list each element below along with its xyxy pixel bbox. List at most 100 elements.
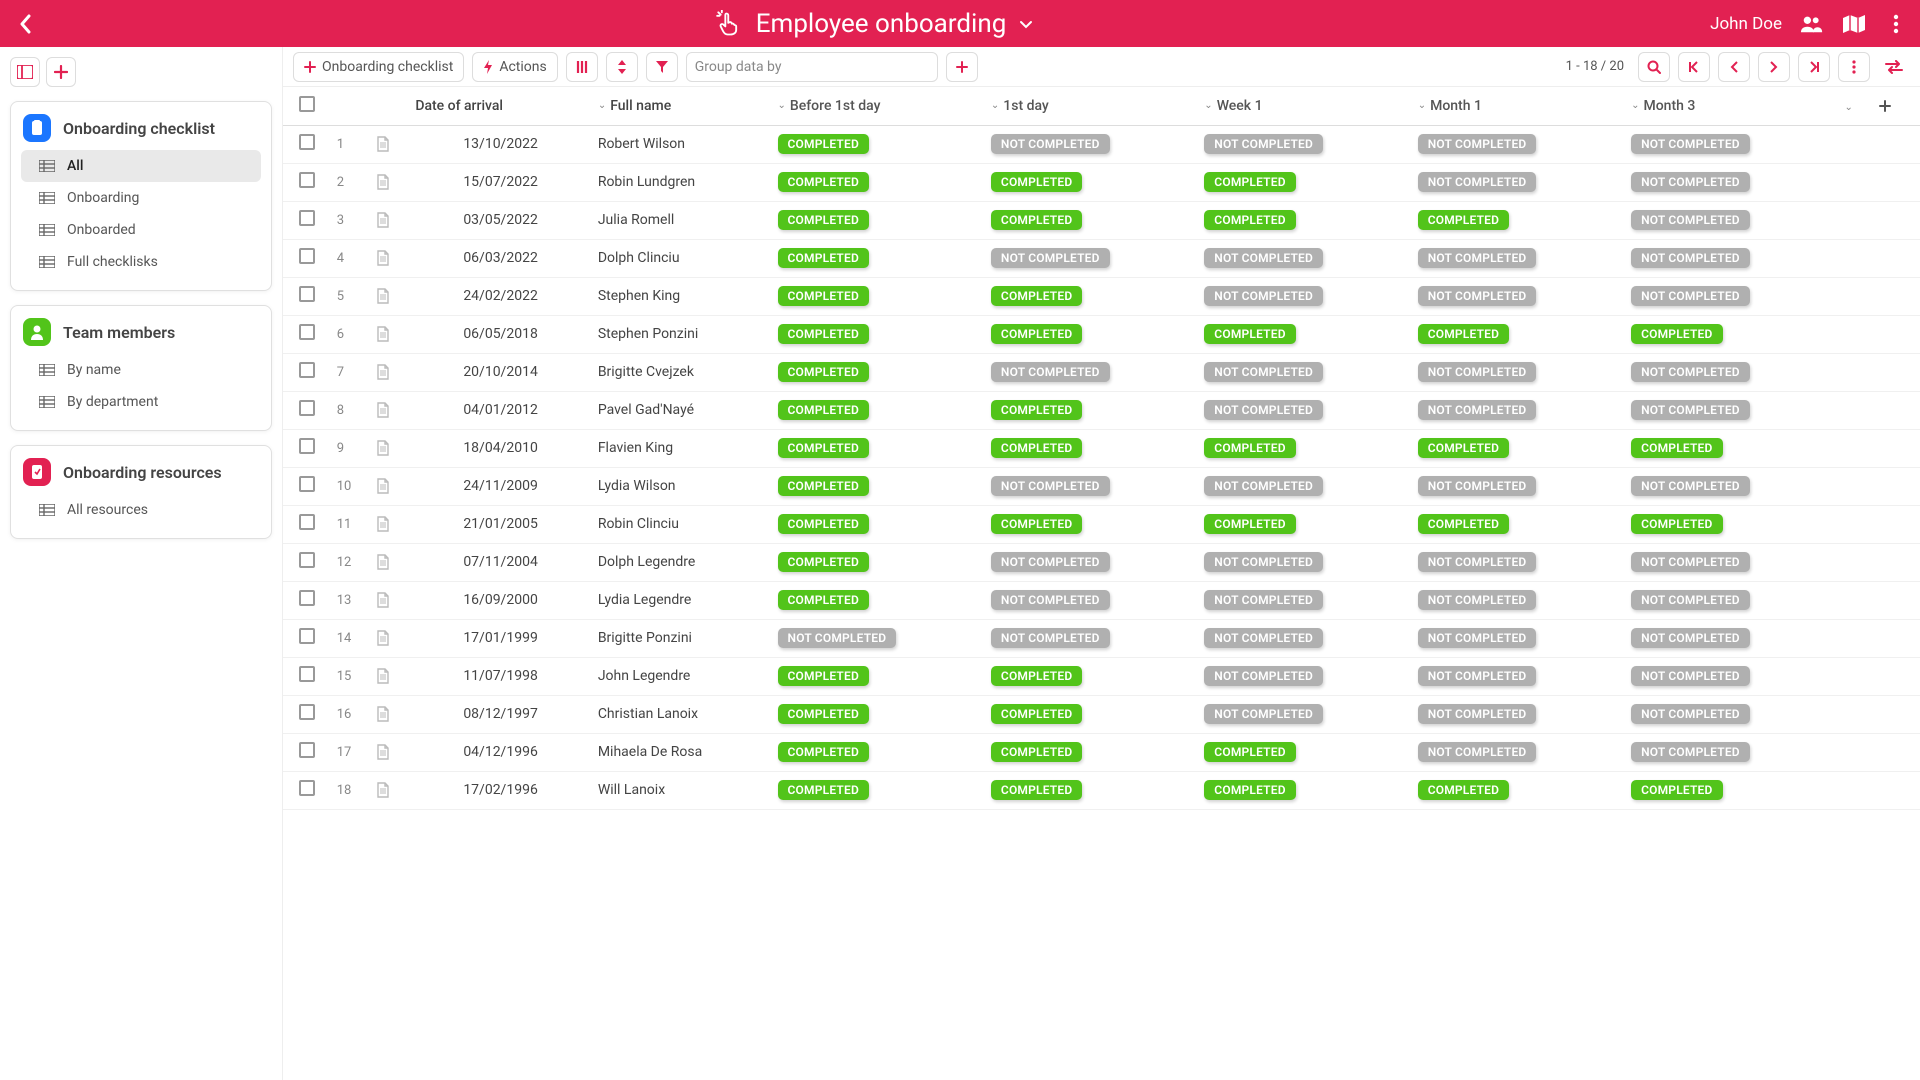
status-badge[interactable]: COMPLETED (778, 172, 869, 192)
status-badge[interactable]: NOT COMPLETED (1204, 476, 1323, 496)
row-doc-button[interactable] (370, 581, 409, 619)
status-badge[interactable]: COMPLETED (778, 134, 869, 154)
status-badge[interactable]: NOT COMPLETED (1631, 476, 1750, 496)
table-row[interactable]: 1417/01/1999Brigitte PonziniNOT COMPLETE… (283, 619, 1920, 657)
status-badge[interactable]: COMPLETED (1204, 438, 1295, 458)
row-checkbox[interactable] (299, 590, 315, 606)
status-badge[interactable]: COMPLETED (778, 742, 869, 762)
page-prev-button[interactable] (1718, 52, 1750, 82)
status-badge[interactable]: COMPLETED (778, 552, 869, 572)
back-button[interactable] (12, 10, 40, 38)
status-badge[interactable]: NOT COMPLETED (1204, 590, 1323, 610)
status-badge[interactable]: COMPLETED (778, 590, 869, 610)
page-next-button[interactable] (1758, 52, 1790, 82)
group-by-input[interactable] (789, 59, 929, 75)
table-row[interactable]: 1511/07/1998John LegendreCOMPLETEDCOMPLE… (283, 657, 1920, 695)
status-badge[interactable]: NOT COMPLETED (778, 628, 897, 648)
row-checkbox[interactable] (299, 286, 315, 302)
chevron-down-icon[interactable] (1018, 16, 1034, 32)
row-checkbox[interactable] (299, 628, 315, 644)
table-row[interactable]: 406/03/2022Dolph ClinciuCOMPLETEDNOT COM… (283, 239, 1920, 277)
status-badge[interactable]: COMPLETED (991, 780, 1082, 800)
status-badge[interactable]: COMPLETED (1204, 780, 1295, 800)
status-badge[interactable]: NOT COMPLETED (991, 248, 1110, 268)
status-badge[interactable]: COMPLETED (1204, 742, 1295, 762)
status-badge[interactable]: NOT COMPLETED (1204, 552, 1323, 572)
row-checkbox[interactable] (299, 704, 315, 720)
row-doc-button[interactable] (370, 201, 409, 239)
table-row[interactable]: 1024/11/2009Lydia WilsonCOMPLETEDNOT COM… (283, 467, 1920, 505)
filter-button[interactable] (646, 52, 678, 82)
status-badge[interactable]: NOT COMPLETED (1631, 286, 1750, 306)
status-badge[interactable]: NOT COMPLETED (1418, 286, 1537, 306)
table-row[interactable]: 1608/12/1997Christian LanoixCOMPLETEDCOM… (283, 695, 1920, 733)
status-badge[interactable]: COMPLETED (778, 324, 869, 344)
row-checkbox[interactable] (299, 476, 315, 492)
table-row[interactable]: 1121/01/2005Robin ClinciuCOMPLETEDCOMPLE… (283, 505, 1920, 543)
status-badge[interactable]: NOT COMPLETED (1204, 704, 1323, 724)
status-badge[interactable]: COMPLETED (1418, 324, 1509, 344)
status-badge[interactable]: NOT COMPLETED (1204, 134, 1323, 154)
status-badge[interactable]: NOT COMPLETED (1631, 210, 1750, 230)
status-badge[interactable]: NOT COMPLETED (1204, 628, 1323, 648)
row-doc-button[interactable] (370, 733, 409, 771)
sidebar-item[interactable]: All resources (21, 494, 261, 526)
status-badge[interactable]: COMPLETED (778, 704, 869, 724)
status-badge[interactable]: NOT COMPLETED (1418, 134, 1537, 154)
select-all-checkbox[interactable] (299, 96, 315, 112)
actions-button[interactable]: Actions (472, 52, 557, 82)
row-doc-button[interactable] (370, 391, 409, 429)
status-badge[interactable]: COMPLETED (991, 666, 1082, 686)
status-badge[interactable]: NOT COMPLETED (1631, 590, 1750, 610)
table-row[interactable]: 215/07/2022Robin LundgrenCOMPLETEDCOMPLE… (283, 163, 1920, 201)
row-doc-button[interactable] (370, 239, 409, 277)
status-badge[interactable]: COMPLETED (778, 780, 869, 800)
page-first-button[interactable] (1678, 52, 1710, 82)
more-options-button[interactable] (1838, 52, 1870, 82)
layout-toggle-button[interactable] (10, 57, 40, 87)
row-doc-button[interactable] (370, 505, 409, 543)
status-badge[interactable]: COMPLETED (1204, 172, 1295, 192)
row-doc-button[interactable] (370, 125, 409, 163)
users-icon[interactable] (1800, 12, 1824, 36)
swap-button[interactable] (1878, 52, 1910, 82)
status-badge[interactable]: NOT COMPLETED (1418, 552, 1537, 572)
status-badge[interactable]: NOT COMPLETED (991, 552, 1110, 572)
username-label[interactable]: John Doe (1710, 14, 1782, 34)
column-header[interactable]: ⌄Week 1 (1198, 87, 1411, 125)
row-doc-button[interactable] (370, 163, 409, 201)
table-row[interactable]: 524/02/2022Stephen KingCOMPLETEDCOMPLETE… (283, 277, 1920, 315)
status-badge[interactable]: COMPLETED (991, 324, 1082, 344)
status-badge[interactable]: NOT COMPLETED (1418, 172, 1537, 192)
status-badge[interactable]: NOT COMPLETED (991, 590, 1110, 610)
table-row[interactable]: 1704/12/1996Mihaela De RosaCOMPLETEDCOMP… (283, 733, 1920, 771)
status-badge[interactable]: COMPLETED (991, 704, 1082, 724)
row-doc-button[interactable] (370, 619, 409, 657)
status-badge[interactable]: NOT COMPLETED (991, 476, 1110, 496)
sidebar-item[interactable]: Onboarded (21, 214, 261, 246)
status-badge[interactable]: NOT COMPLETED (1631, 666, 1750, 686)
status-badge[interactable]: NOT COMPLETED (1631, 172, 1750, 192)
status-badge[interactable]: COMPLETED (778, 248, 869, 268)
status-badge[interactable]: NOT COMPLETED (1631, 248, 1750, 268)
status-badge[interactable]: COMPLETED (1631, 780, 1722, 800)
status-badge[interactable]: NOT COMPLETED (1204, 400, 1323, 420)
row-doc-button[interactable] (370, 695, 409, 733)
row-checkbox[interactable] (299, 400, 315, 416)
column-header[interactable]: Date of arrival (409, 87, 592, 125)
table-row[interactable]: 113/10/2022Robert WilsonCOMPLETEDNOT COM… (283, 125, 1920, 163)
column-header[interactable]: ⌄Before 1st day (772, 87, 985, 125)
sidebar-item[interactable]: Onboarding (21, 182, 261, 214)
status-badge[interactable]: COMPLETED (1204, 324, 1295, 344)
status-badge[interactable]: COMPLETED (991, 286, 1082, 306)
status-badge[interactable]: NOT COMPLETED (1204, 248, 1323, 268)
group-by-control[interactable]: Group data by (686, 52, 939, 82)
row-checkbox[interactable] (299, 248, 315, 264)
search-button[interactable] (1638, 52, 1670, 82)
row-doc-button[interactable] (370, 315, 409, 353)
status-badge[interactable]: COMPLETED (778, 476, 869, 496)
status-badge[interactable]: NOT COMPLETED (991, 628, 1110, 648)
status-badge[interactable]: COMPLETED (778, 400, 869, 420)
status-badge[interactable]: COMPLETED (778, 438, 869, 458)
status-badge[interactable]: NOT COMPLETED (1631, 134, 1750, 154)
